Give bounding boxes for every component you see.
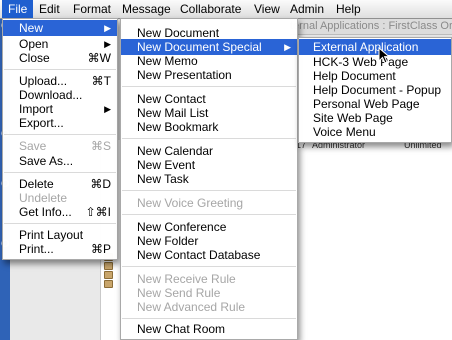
shortcut-label: ⇧⌘I: [85, 205, 111, 219]
file-menu-new[interactable]: New ▶: [3, 20, 117, 36]
special-menu-voice-menu[interactable]: Voice Menu: [299, 124, 451, 140]
menu-separator: [122, 138, 296, 139]
menu-item-label: Help Document: [313, 69, 396, 83]
menu-separator: [122, 266, 296, 267]
menu-bar: File Edit Format Message Collaborate Vie…: [0, 0, 452, 19]
new-menu-advanced-rule[interactable]: New Advanced Rule: [121, 299, 297, 315]
menu-item-label: New Task: [137, 172, 189, 186]
menu-item-label: Close: [19, 51, 50, 65]
menu-item-label: New Document Special: [137, 40, 262, 54]
menu-item-label: External Application: [313, 40, 419, 54]
menu-item-label: Export...: [19, 116, 64, 130]
menu-item-label: Help Document - Popup: [313, 83, 442, 97]
menu-item-label: New Calendar: [137, 144, 214, 158]
menu-separator: [122, 190, 296, 191]
menu-item-label: New Folder: [137, 234, 199, 248]
new-menu-task[interactable]: New Task: [121, 171, 297, 187]
file-menu-save[interactable]: Save ⌘S: [3, 138, 117, 154]
menu-item-label: Undelete: [19, 191, 68, 205]
menu-item-label: Personal Web Page: [313, 97, 420, 111]
menu-separator: [4, 172, 116, 173]
special-menu-external-application[interactable]: External Application: [299, 39, 451, 55]
file-menu-get-info[interactable]: Get Info... ⇧⌘I: [3, 204, 117, 220]
menu-item-label: New Contact Database: [137, 248, 261, 262]
file-menu-save-as[interactable]: Save As...: [3, 153, 117, 169]
file-menu-export[interactable]: Export...: [3, 115, 117, 131]
menubar-view[interactable]: View: [248, 0, 286, 18]
menu-item-label: New Memo: [137, 54, 198, 68]
file-menu-close[interactable]: Close ⌘W: [3, 50, 117, 66]
file-menu: New ▶ Open ▶ Close ⌘W Upload... ⌘T Downl…: [2, 18, 118, 260]
menu-item-label: New Bookmark: [137, 120, 219, 134]
menubar-help[interactable]: Help: [330, 0, 367, 18]
menu-separator: [4, 69, 116, 70]
menu-item-label: New Receive Rule: [137, 272, 236, 286]
menu-item-label: Delete: [19, 177, 54, 191]
document-special-submenu: External Application HCK-3 Web Page Help…: [298, 37, 452, 143]
menu-item-label: Save: [19, 139, 47, 153]
menu-item-label: New Voice Greeting: [137, 196, 244, 210]
menu-item-label: New Mail List: [137, 106, 209, 120]
shortcut-label: ⌘P: [90, 242, 111, 256]
new-menu-bookmark[interactable]: New Bookmark: [121, 119, 297, 135]
menu-item-label: New Send Rule: [137, 286, 221, 300]
menu-item-label: New Conference: [137, 220, 227, 234]
menu-item-label: Print...: [19, 242, 54, 256]
menu-item-label: Get Info...: [19, 205, 72, 219]
menu-item-label: New: [19, 21, 44, 35]
background-window-title: ternal Applications : FirstClass Or: [290, 18, 452, 35]
shortcut-label: ⌘W: [87, 51, 111, 65]
menubar-collaborate[interactable]: Collaborate: [174, 0, 247, 18]
menu-item-label: HCK-3 Web Page: [313, 55, 409, 69]
menu-item-label: New Advanced Rule: [137, 300, 246, 314]
menu-item-label: New Presentation: [137, 68, 232, 82]
menu-separator: [4, 134, 116, 135]
menubar-message[interactable]: Message: [116, 0, 177, 18]
menu-separator: [4, 223, 116, 224]
menubar-file[interactable]: File: [2, 0, 34, 18]
folder-icon: [104, 271, 113, 279]
menubar-admin[interactable]: Admin: [284, 0, 330, 18]
submenu-arrow-icon: ▶: [104, 23, 111, 33]
new-menu-presentation[interactable]: New Presentation: [121, 67, 297, 83]
menu-separator: [122, 214, 296, 215]
menu-item-label: Print Layout: [19, 228, 84, 242]
new-menu-contact-database[interactable]: New Contact Database: [121, 247, 297, 263]
menu-separator: [122, 318, 296, 319]
mouse-pointer-icon: [378, 47, 391, 64]
menu-item-label: New Document: [137, 26, 220, 40]
menu-item-label: New Event: [137, 158, 196, 172]
menu-item-label: Import: [19, 102, 54, 116]
folder-icon: [104, 280, 113, 288]
menu-item-label: Download...: [19, 88, 83, 102]
menu-separator: [122, 86, 296, 87]
new-submenu: New Document New Document Special ▶ New …: [120, 18, 298, 340]
menu-item-label: Open: [19, 37, 49, 51]
file-menu-print[interactable]: Print... ⌘P: [3, 241, 117, 257]
menu-item-label: New Chat Room: [137, 322, 226, 336]
menu-item-label: Upload...: [19, 74, 68, 88]
menubar-edit[interactable]: Edit: [33, 0, 66, 18]
menu-item-label: Save As...: [19, 154, 74, 168]
new-menu-chat-room[interactable]: New Chat Room: [121, 321, 297, 337]
menu-item-label: Voice Menu: [313, 125, 376, 139]
folder-icon: [104, 262, 113, 270]
menu-item-label: Site Web Page: [313, 111, 393, 125]
menubar-format[interactable]: Format: [67, 0, 117, 18]
new-menu-voice-greeting[interactable]: New Voice Greeting: [121, 195, 297, 211]
menu-item-label: New Contact: [137, 92, 206, 106]
shortcut-label: ⌘S: [90, 139, 111, 153]
